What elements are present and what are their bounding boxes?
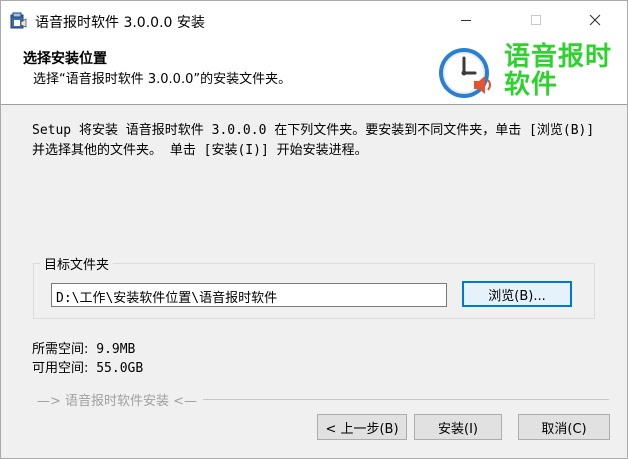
- cancel-button[interactable]: 取消(C): [518, 414, 610, 440]
- installer-window: 语音报时软件 3.0.0.0 安装 选择安装位置 选择“语音报时软件 3.0.0…: [0, 0, 628, 459]
- minimize-icon: [461, 20, 471, 21]
- destination-group-label: 目标文件夹: [40, 254, 114, 273]
- space-available-value: 55.0GB: [96, 361, 144, 376]
- maximize-icon: [531, 15, 541, 25]
- maximize-button: [513, 1, 559, 39]
- header-banner: 选择安装位置 选择“语音报时软件 3.0.0.0”的安装文件夹。 语音报时 软件: [1, 39, 627, 105]
- space-available-label: 可用空间:: [32, 361, 89, 376]
- browse-button[interactable]: 浏览(B)...: [462, 281, 572, 307]
- minimize-button[interactable]: [443, 1, 489, 39]
- install-path-input[interactable]: D:\工作\安装软件位置\语音报时软件: [51, 283, 447, 307]
- close-button[interactable]: [572, 1, 618, 39]
- logo-text: 语音报时 软件: [504, 43, 612, 99]
- window-title: 语音报时软件 3.0.0.0 安装: [35, 15, 205, 31]
- space-required: 所需空间: 9.9MB: [32, 338, 135, 357]
- branding-text: —> 语音报时软件安装 <—: [37, 390, 204, 409]
- logo-text-line2: 软件: [504, 70, 559, 100]
- logo-text-line1: 语音报时: [504, 42, 613, 72]
- install-button[interactable]: 安装(I): [414, 414, 502, 440]
- page-subtitle: 选择“语音报时软件 3.0.0.0”的安装文件夹。: [33, 72, 292, 87]
- clock-speaker-icon: [438, 45, 496, 101]
- close-icon: [589, 14, 601, 26]
- back-button[interactable]: < 上一步(B): [317, 414, 407, 440]
- space-required-label: 所需空间:: [32, 342, 89, 357]
- title-bar: 语音报时软件 3.0.0.0 安装: [1, 1, 627, 39]
- space-available: 可用空间: 55.0GB: [32, 357, 143, 376]
- intro-text: Setup 将安装 语音报时软件 3.0.0.0 在下列文件夹。要安装到不同文件…: [32, 123, 595, 158]
- page-title: 选择安装位置: [23, 51, 107, 67]
- installer-app-icon: [9, 12, 27, 30]
- space-required-value: 9.9MB: [96, 342, 136, 357]
- product-logo: 语音报时 软件: [438, 43, 618, 103]
